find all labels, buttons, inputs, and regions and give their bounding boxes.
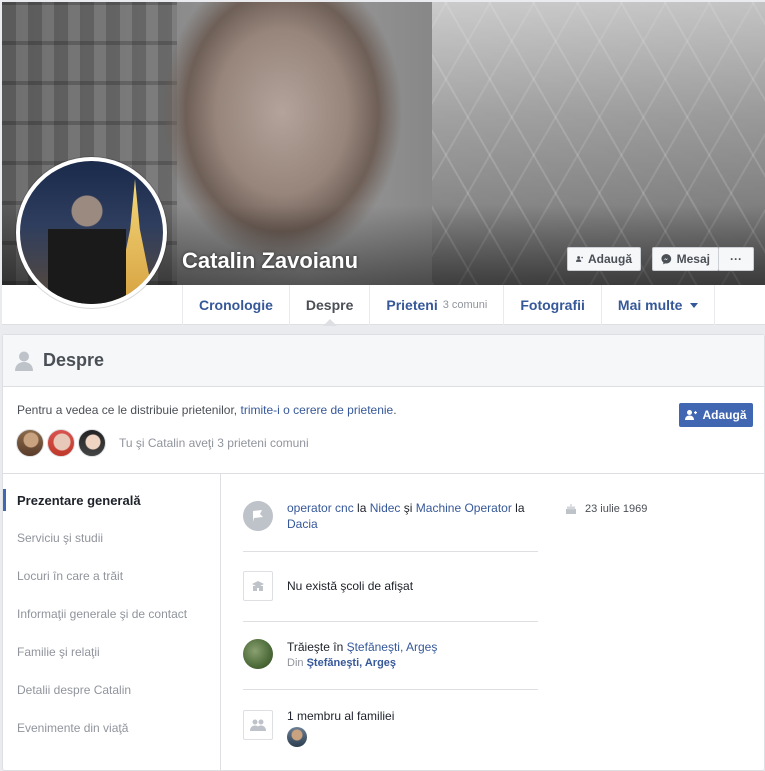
- profile-name[interactable]: Catalin Zavoianu: [182, 248, 358, 274]
- add-friend-icon: [685, 410, 698, 420]
- tab-friends[interactable]: Prieteni 3 comuni: [370, 285, 505, 325]
- birthday-cake-icon: [566, 504, 576, 514]
- profile-person: [48, 189, 126, 304]
- about-header: Despre: [3, 335, 764, 387]
- profile-picture-image: [20, 161, 163, 304]
- birthday-info: 23 iulie 1969: [565, 503, 647, 515]
- place-thumbnail[interactable]: [243, 639, 273, 669]
- profile-tabs: Cronologie Despre Prieteni 3 comuni Fotog…: [182, 285, 716, 326]
- work-flag-icon: [243, 501, 273, 531]
- work-role-1[interactable]: operator cnc: [287, 501, 354, 515]
- work-place-2[interactable]: Dacia: [287, 517, 318, 531]
- work-role-2[interactable]: Machine Operator: [416, 501, 512, 515]
- notice-end: .: [393, 403, 397, 417]
- overview-section: operator cnc la Nidec şi Machine Operato…: [243, 474, 763, 770]
- nav-overview[interactable]: Prezentare generală: [3, 481, 220, 519]
- profile-picture[interactable]: [16, 157, 167, 308]
- message-button[interactable]: Mesaj: [652, 247, 719, 271]
- tab-photos[interactable]: Fotografii: [504, 285, 602, 325]
- nav-work-education[interactable]: Serviciu şi studii: [3, 519, 220, 557]
- tab-photos-label: Fotografii: [520, 297, 585, 313]
- work-at-2: la: [515, 501, 525, 515]
- tab-friends-count: 3 comuni: [442, 299, 488, 311]
- tab-more-label: Mai multe: [617, 297, 683, 313]
- lives-row: Trăieşte în Ştefăneşti, Argeş Din Ştefăn…: [243, 622, 538, 690]
- add-friend-button[interactable]: Adaugă: [567, 247, 641, 271]
- notice-text: Pentru a vedea ce le distribuie prieteni…: [17, 403, 238, 417]
- school-icon: [243, 571, 273, 601]
- from-city-link[interactable]: Ştefăneşti, Argeş: [307, 657, 396, 669]
- nav-life-events[interactable]: Evenimente din viaţă: [3, 709, 220, 747]
- nav-details-about[interactable]: Detalii despre Catalin: [3, 671, 220, 709]
- family-row: 1 membru al familiei: [243, 690, 538, 770]
- add-friend-secondary-label: Adaugă: [702, 408, 747, 422]
- mutual-friend-avatar[interactable]: [47, 429, 75, 457]
- nav-places-lived[interactable]: Locuri în care a trăit: [3, 557, 220, 595]
- tab-timeline[interactable]: Cronologie: [183, 285, 290, 325]
- no-schools-text: Nu există şcoli de afişat: [287, 579, 414, 593]
- tab-timeline-label: Cronologie: [199, 297, 273, 313]
- from-prefix: Din: [287, 657, 304, 669]
- nav-contact-info[interactable]: Informaţii generale şi de contact: [3, 595, 220, 633]
- family-member-avatar[interactable]: [287, 727, 307, 747]
- tab-more[interactable]: Mai multe: [602, 285, 716, 325]
- chevron-down-icon: [690, 302, 699, 308]
- more-options-button[interactable]: ···: [718, 247, 754, 271]
- add-friend-icon: [576, 256, 583, 262]
- more-dots-icon: ···: [730, 252, 742, 266]
- work-place-1[interactable]: Nidec: [370, 501, 401, 515]
- work-row: operator cnc la Nidec şi Machine Operato…: [243, 474, 538, 552]
- school-row: Nu există şcoli de afişat: [243, 552, 538, 622]
- tab-friends-label: Prieteni: [386, 297, 438, 313]
- about-left-nav: Prezentare generală Serviciu şi studii L…: [3, 474, 221, 771]
- tab-about[interactable]: Despre: [290, 285, 371, 326]
- person-icon: [15, 351, 33, 371]
- family-count-text[interactable]: 1 membru al familiei: [287, 708, 538, 724]
- work-at-1: la: [357, 501, 367, 515]
- lives-prefix: Trăieşte în: [287, 640, 344, 654]
- about-card: Despre Pentru a vedea ce le distribuie p…: [2, 334, 765, 771]
- nav-family-relationships[interactable]: Familie şi relaţii: [3, 633, 220, 671]
- tab-about-label: Despre: [305, 297, 354, 313]
- mutual-friends: Tu şi Catalin aveţi 3 prieteni comuni: [16, 429, 309, 457]
- mutual-friend-avatar[interactable]: [78, 429, 106, 457]
- messenger-icon: [661, 254, 672, 265]
- work-and: şi: [403, 501, 413, 515]
- send-friend-request-link[interactable]: trimite-i o cerere de prietenie: [240, 403, 393, 417]
- add-friend-label: Adaugă: [587, 252, 632, 266]
- about-title: Despre: [43, 350, 105, 370]
- message-label: Mesaj: [676, 252, 710, 266]
- friend-request-notice: Pentru a vedea ce le distribuie prieteni…: [17, 403, 397, 417]
- lives-city-link[interactable]: Ştefăneşti, Argeş: [347, 640, 438, 654]
- mutual-friend-avatar[interactable]: [16, 429, 44, 457]
- mutual-friends-text[interactable]: Tu şi Catalin aveţi 3 prieteni comuni: [119, 436, 309, 450]
- family-icon: [243, 710, 273, 740]
- add-friend-button-secondary[interactable]: Adaugă: [679, 403, 753, 427]
- birthday-date: 23 iulie 1969: [585, 503, 648, 515]
